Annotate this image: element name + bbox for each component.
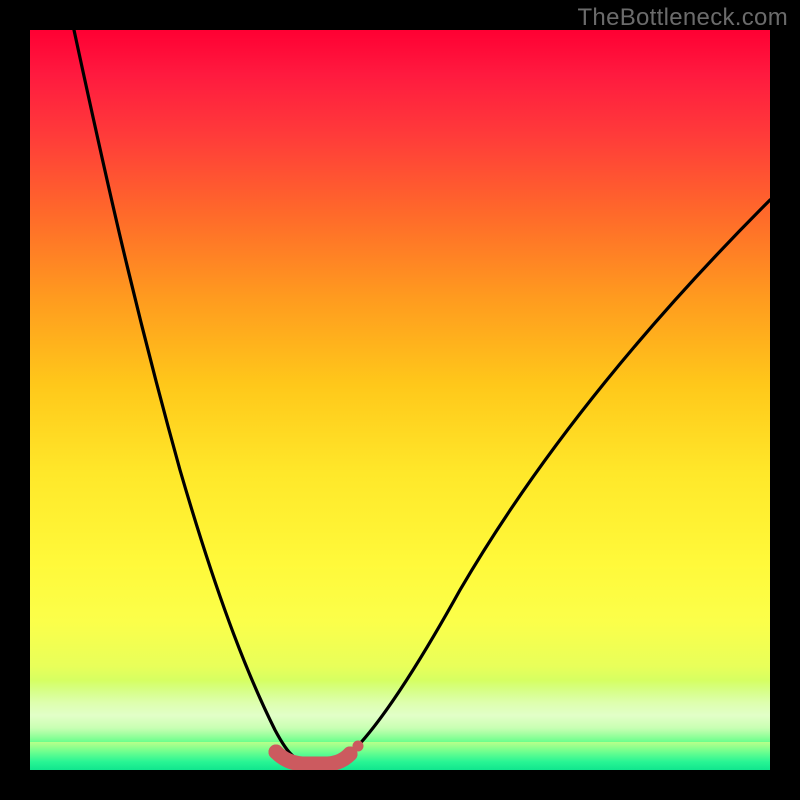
valley-floor-markers [276,752,350,764]
watermark-text: TheBottleneck.com [577,4,788,32]
frame: TheBottleneck.com [0,0,800,800]
valley-marker-left-cap [269,745,284,760]
curve-right-branch [350,200,770,754]
valley-marker-right-cap [343,747,358,762]
curve-left-branch [74,30,293,756]
chart-plot-area [30,30,770,770]
chart-svg [30,30,770,770]
